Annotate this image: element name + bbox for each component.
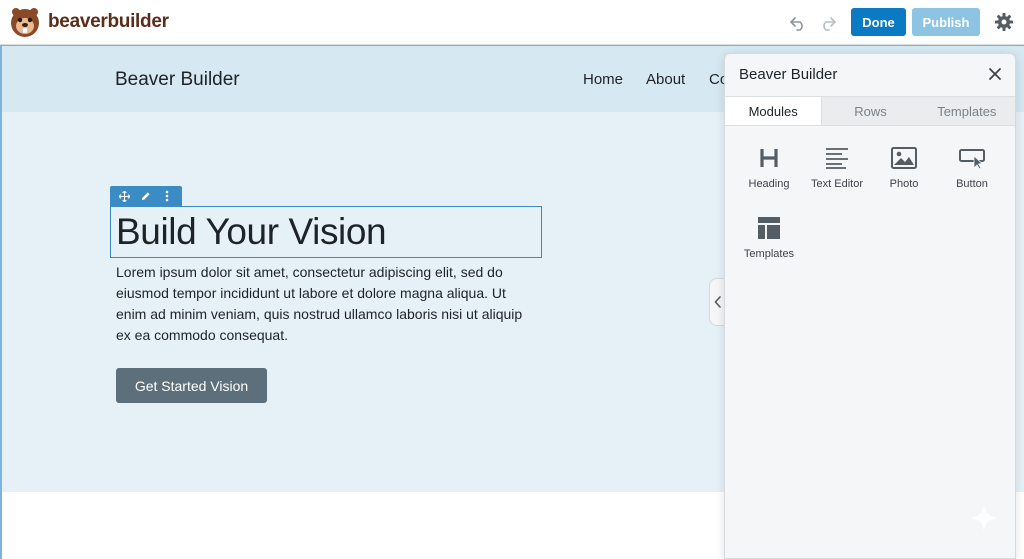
move-icon[interactable] <box>118 189 132 203</box>
module-templates[interactable]: Templates <box>735 214 803 260</box>
site-title[interactable]: Beaver Builder <box>115 69 240 91</box>
module-label: Templates <box>743 248 795 260</box>
photo-icon <box>890 144 918 172</box>
redo-icon[interactable] <box>818 12 838 32</box>
module-label: Photo <box>889 178 919 190</box>
text-editor-icon <box>823 144 851 172</box>
module-label: Text Editor <box>811 178 863 190</box>
heading-icon <box>755 144 783 172</box>
tab-modules[interactable]: Modules <box>725 97 823 125</box>
publish-button[interactable]: Publish <box>912 8 980 36</box>
module-label: Button <box>956 178 988 190</box>
nav-link-home[interactable]: Home <box>583 71 623 88</box>
close-icon[interactable] <box>987 66 1003 82</box>
templates-icon <box>755 214 783 242</box>
undo-icon[interactable] <box>788 12 808 32</box>
module-photo[interactable]: Photo <box>870 144 938 190</box>
module-text-editor[interactable]: Text Editor <box>803 144 871 190</box>
brand-name: beaverbuilder <box>48 11 169 32</box>
builder-topbar: beaverbuilder Done Publish <box>0 0 1024 45</box>
chevron-left-icon <box>713 296 721 308</box>
module-toolbar <box>110 186 182 206</box>
beaver-logo-icon <box>11 8 39 37</box>
hero-heading[interactable]: Build Your Vision <box>116 211 387 253</box>
panel-title: Beaver Builder <box>739 66 838 83</box>
brand-logo[interactable]: beaverbuilder <box>8 4 169 40</box>
module-label: Heading <box>748 178 790 190</box>
panel-collapse-handle[interactable] <box>709 278 725 326</box>
nav-link-about[interactable]: About <box>646 71 685 88</box>
hero-paragraph[interactable]: Lorem ipsum dolor sit amet, consectetur … <box>116 262 536 346</box>
module-heading[interactable]: Heading <box>735 144 803 190</box>
sparkle-icon <box>970 504 998 532</box>
tab-templates[interactable]: Templates <box>919 97 1015 125</box>
button-icon <box>958 144 986 172</box>
done-button[interactable]: Done <box>851 8 906 36</box>
gear-icon[interactable] <box>994 12 1014 32</box>
edit-pencil-icon[interactable] <box>139 189 153 203</box>
panel-tabs: Modules Rows Templates <box>725 96 1015 126</box>
module-button[interactable]: Button <box>938 144 1006 190</box>
get-started-button[interactable]: Get Started Vision <box>116 368 267 403</box>
more-options-icon[interactable] <box>160 189 174 203</box>
tab-rows[interactable]: Rows <box>822 97 918 125</box>
builder-panel: Beaver Builder Modules Rows Templates He… <box>724 53 1016 559</box>
